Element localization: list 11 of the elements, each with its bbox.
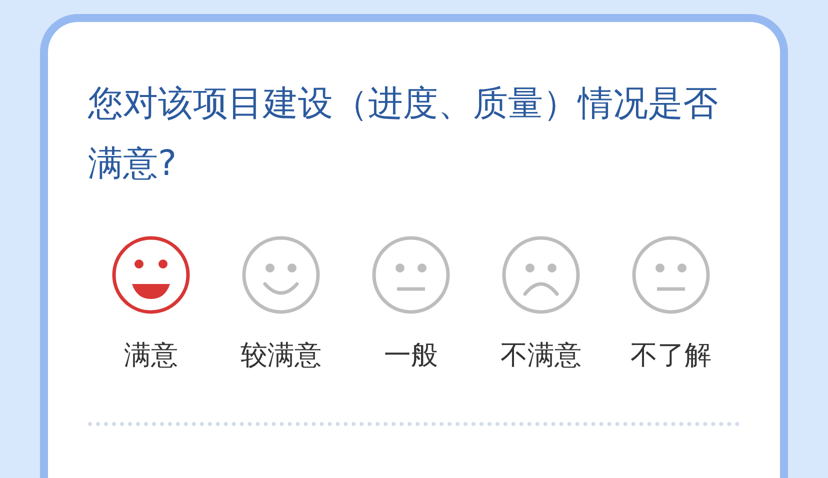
sad-face-icon	[500, 234, 582, 316]
neutral-face-icon	[370, 234, 452, 316]
smiley-face-icon	[240, 234, 322, 316]
rating-option[interactable]: 满意	[86, 234, 216, 374]
neutral-face-icon	[630, 234, 712, 316]
smiley-face-icon	[110, 234, 192, 316]
question-text: 您对该项目建设（进度、质量）情况是否满意?	[88, 83, 719, 186]
rating-option[interactable]: 一般	[346, 234, 476, 374]
rating-option[interactable]: 较满意	[216, 234, 346, 374]
rating-option[interactable]: 不满意	[476, 234, 606, 374]
rating-option[interactable]: 不了解	[606, 234, 736, 374]
